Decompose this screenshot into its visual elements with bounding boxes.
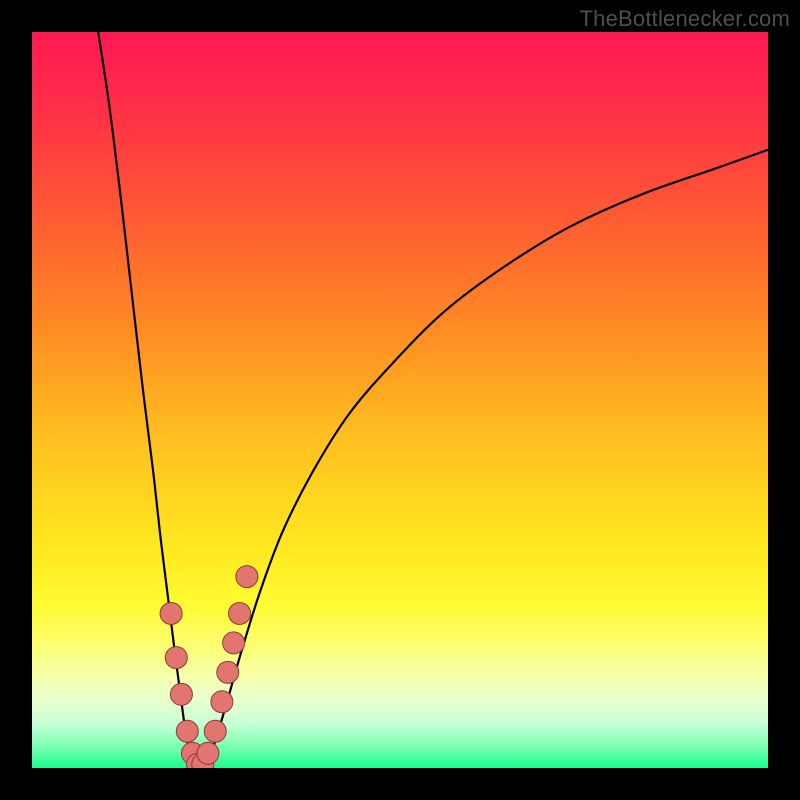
data-point (211, 691, 233, 713)
data-point (165, 647, 187, 669)
data-point (236, 566, 258, 588)
data-point (217, 661, 239, 683)
data-point (160, 602, 182, 624)
chart-area (32, 32, 768, 768)
data-point (170, 683, 192, 705)
data-point (223, 632, 245, 654)
chart-frame: TheBottlenecker.com (0, 0, 800, 800)
gradient-background (32, 32, 768, 768)
data-point (229, 602, 251, 624)
attribution-text: TheBottlenecker.com (580, 6, 790, 32)
data-point (204, 720, 226, 742)
data-point (197, 742, 219, 764)
data-point (176, 720, 198, 742)
